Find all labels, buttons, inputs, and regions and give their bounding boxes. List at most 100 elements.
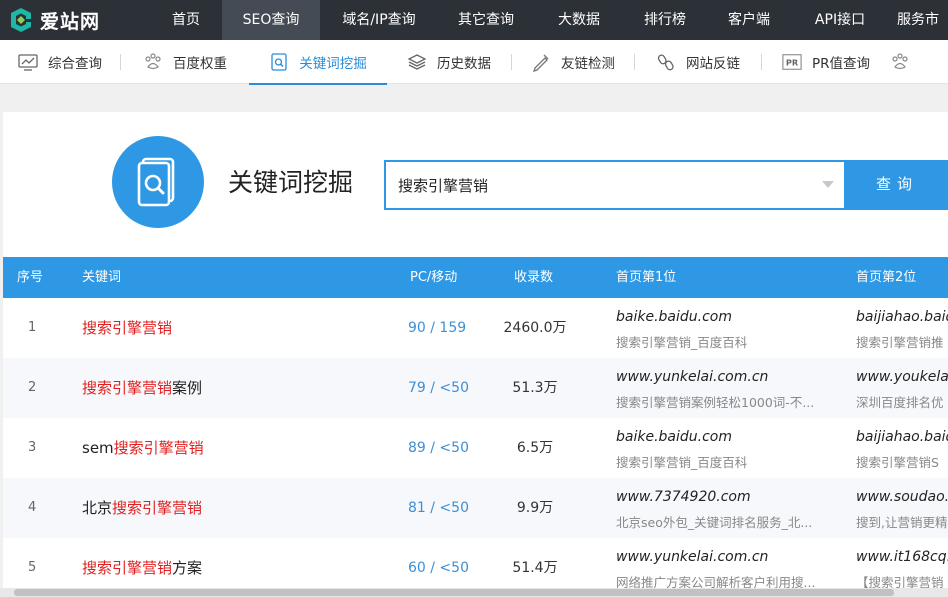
top-navbar: 爱站网 首页 SEO查询 域名/IP查询 其它查询 大数据 排行榜 客户端 API接口 服务市 <box>0 0 948 40</box>
table-row: 4 北京搜索引擎营销 81 / <50 9.9万 www.7374920.com 北京se… <box>3 478 948 538</box>
subnav-label: 综合查询 <box>48 55 102 72</box>
rank-1-site[interactable]: www.yunkelai.com.cn <box>616 549 841 565</box>
subnav-item-3[interactable]: 历史数据 <box>387 40 511 84</box>
nav-item-3[interactable]: 其它查询 <box>438 0 534 40</box>
stack-icon <box>407 52 427 72</box>
monitor-icon <box>18 52 38 72</box>
pc-mobile-index[interactable]: 90 / 159 <box>408 298 466 358</box>
subnav-label: PR值查询 <box>811 55 871 72</box>
keyword-highlight: 搜索引擎营销 <box>82 379 173 397</box>
rank-2-site[interactable]: baijiahao.baidu <box>856 429 948 445</box>
pr-icon: PR <box>782 52 802 72</box>
keyword-highlight: 搜索引擎营销 <box>113 439 204 457</box>
subnav-item-4[interactable]: 友链检测 <box>512 40 634 84</box>
table-row: 3 sem搜索引擎营销 89 / <50 6.5万 baike.baidu.com 搜索引… <box>3 418 948 478</box>
rank-1-site[interactable]: baike.baidu.com <box>616 309 841 325</box>
subnav-label: 历史数据 <box>437 55 491 72</box>
nav-item-5[interactable]: 排行榜 <box>624 0 706 40</box>
header-keyword: 关键词 <box>82 270 122 285</box>
search-button[interactable]: 查询 <box>846 160 948 210</box>
rank-1-site[interactable]: www.yunkelai.com.cn <box>616 369 841 385</box>
rank-2-title: 搜索引擎营销推 <box>856 335 944 350</box>
nav-item-1[interactable]: SEO查询 <box>222 0 320 40</box>
subnav-item-5[interactable]: 网站反链 <box>635 40 761 84</box>
dropdown-arrow-icon[interactable] <box>822 181 834 188</box>
pc-mobile-index[interactable]: 81 / <50 <box>408 478 469 538</box>
svg-text:PR: PR <box>786 57 799 67</box>
header-pc-mobile[interactable]: PC/移动 <box>410 257 457 298</box>
paw-icon <box>143 52 163 72</box>
rank-2-title: 搜索引擎营销S <box>856 455 939 470</box>
header-rank-1: 首页第1位 <box>616 270 677 285</box>
row-index: 3 <box>28 440 37 455</box>
logo[interactable]: 爱站网 <box>0 0 150 40</box>
table-row: 1 搜索引擎营销 90 / 159 2460.0万 baike.baidu.com 搜索引… <box>3 298 948 358</box>
nav-item-0[interactable]: 首页 <box>150 0 222 40</box>
keyword-search-icon <box>269 52 289 72</box>
page-title: 关键词挖掘 <box>228 168 354 197</box>
nav-item-6[interactable]: 客户端 <box>706 0 792 40</box>
keyword-link[interactable]: 搜索引擎营销 <box>82 298 172 358</box>
search-box <box>384 160 846 210</box>
keyword-highlight: 搜索引擎营销 <box>82 559 173 577</box>
rank-1-site[interactable]: www.7374920.com <box>616 489 841 505</box>
main-panel: 关键词挖掘 查询 序号 关键词 PC/移动 收录数 首页第1位 首页第2位 1 搜… <box>3 112 948 597</box>
table-header: 序号 关键词 PC/移动 收录数 首页第1位 首页第2位 <box>3 257 948 298</box>
row-index: 2 <box>28 380 37 395</box>
rank-1-title: 北京seo外包_关键词排名服务_北... <box>616 515 813 530</box>
sub-navbar: 综合查询 百度权重 关键词挖掘 历史数据 友链检测 网站反链 PR PR值查询 <box>0 40 948 85</box>
table-row: 2 搜索引擎营销案例 79 / <50 51.3万 www.yunkelai.com.c… <box>3 358 948 418</box>
keyword-suffix: 案例 <box>172 379 203 397</box>
search-input[interactable] <box>398 162 798 208</box>
keyword-highlight: 搜索引擎营销 <box>82 319 173 337</box>
indexed-count: 51.3万 <box>512 380 558 396</box>
row-index: 4 <box>28 500 37 515</box>
keyword-highlight: 搜索引擎营销 <box>112 499 203 517</box>
indexed-count: 2460.0万 <box>503 320 567 336</box>
subnav-label: 友链检测 <box>561 55 615 72</box>
logo-icon <box>8 7 34 33</box>
link-pen-icon <box>531 52 551 72</box>
header-rank-2: 首页第2位 <box>856 270 917 285</box>
subnav-item-overflow[interactable] <box>890 40 920 84</box>
keyword-suffix: 方案 <box>172 559 203 577</box>
indexed-count: 9.9万 <box>516 500 554 516</box>
indexed-count: 6.5万 <box>516 440 554 456</box>
logo-text: 爱站网 <box>40 10 101 33</box>
paw-icon <box>890 52 910 72</box>
header-index: 序号 <box>17 270 44 285</box>
rank-2-title: 深圳百度排名优 <box>856 395 944 410</box>
subnav-label: 网站反链 <box>686 55 740 72</box>
rank-2-title: 搜到,让营销更精 <box>856 515 948 530</box>
rank-2-site[interactable]: www.youkelai <box>856 369 948 385</box>
subnav-item-2[interactable]: 关键词挖掘 <box>249 40 387 85</box>
keyword-link[interactable]: sem搜索引擎营销 <box>82 418 204 478</box>
rank-2-site[interactable]: baijiahao.baidu <box>856 309 948 325</box>
subnav-label: 百度权重 <box>173 55 227 72</box>
keyword-link[interactable]: 北京搜索引擎营销 <box>82 478 202 538</box>
pc-mobile-index[interactable]: 79 / <50 <box>408 358 469 418</box>
backlink-icon <box>656 52 676 72</box>
nav-item-2[interactable]: 域名/IP查询 <box>320 0 438 40</box>
row-index: 1 <box>28 320 37 335</box>
rank-2-site[interactable]: www.soudao. <box>856 489 948 505</box>
header-indexed-count[interactable]: 收录数 <box>514 257 553 298</box>
rank-1-title: 搜索引擎营销_百度百科 <box>616 335 748 350</box>
keyword-prefix: sem <box>82 439 114 457</box>
subnav-item-1[interactable]: 百度权重 <box>121 40 249 84</box>
pc-mobile-index[interactable]: 89 / <50 <box>408 418 469 478</box>
scrollbar-thumb[interactable] <box>14 589 894 596</box>
subnav-label: 关键词挖掘 <box>299 55 367 72</box>
nav-item-7[interactable]: API接口 <box>792 0 888 40</box>
rank-2-site[interactable]: www.it168cq. <box>856 549 948 565</box>
subnav-item-6[interactable]: PR PR值查询 <box>762 40 890 84</box>
keyword-link[interactable]: 搜索引擎营销案例 <box>82 358 202 418</box>
rank-1-site[interactable]: baike.baidu.com <box>616 429 841 445</box>
nav-item-4[interactable]: 大数据 <box>534 0 624 40</box>
keyword-prefix: 北京 <box>82 499 113 517</box>
nav-item-8[interactable]: 服务市 <box>888 0 948 40</box>
keyword-mining-icon <box>112 136 204 228</box>
rank-1-title: 搜索引擎营销_百度百科 <box>616 455 748 470</box>
horizontal-scrollbar[interactable] <box>0 588 948 597</box>
subnav-item-0[interactable]: 综合查询 <box>0 40 120 84</box>
